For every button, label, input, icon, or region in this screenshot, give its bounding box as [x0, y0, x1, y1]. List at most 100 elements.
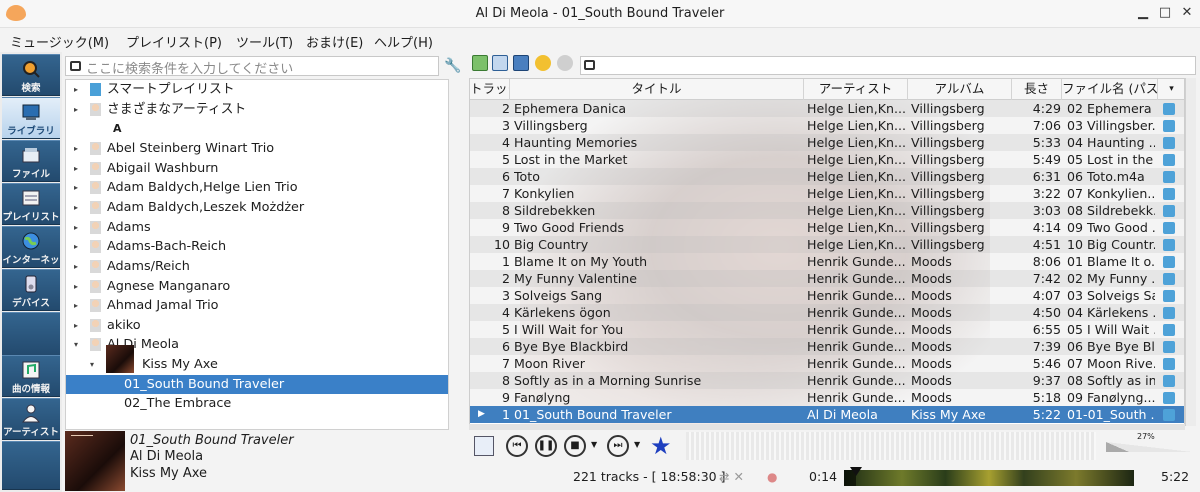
- tree-item-artist[interactable]: ▸ Adam Baldych,Helge Lien Trio: [66, 178, 448, 198]
- stop-button[interactable]: ■: [564, 435, 586, 457]
- previous-button[interactable]: ⏮: [506, 435, 528, 457]
- playlist-row[interactable]: 5 Lost in the Market Helge Lien,Kn... Villi…: [470, 151, 1184, 168]
- menu-tools[interactable]: ツール(T): [236, 32, 293, 51]
- column-artist[interactable]: アーティスト: [804, 79, 908, 100]
- column-length[interactable]: 長さ: [1012, 79, 1062, 100]
- sidebar-tab-file[interactable]: ファイル: [2, 140, 60, 182]
- tree-item-track[interactable]: 01_South Bound Traveler: [66, 374, 448, 395]
- tree-item-smart[interactable]: ▸ スマートプレイリスト: [66, 80, 448, 100]
- tree-item-artist[interactable]: ▸ Adams/Reich: [66, 257, 448, 277]
- playlist-row[interactable]: 9 Two Good Friends Helge Lien,Kn... Villing…: [470, 219, 1184, 236]
- undo-icon[interactable]: [535, 55, 551, 71]
- collapsed-arrow-icon[interactable]: ▸: [74, 80, 78, 99]
- playlist-row[interactable]: 8 Softly as in a Morning Sunrise Henrik Gu…: [470, 372, 1184, 389]
- minimize-button[interactable]: ▁: [1134, 4, 1152, 22]
- album-cell: Villingsberg: [911, 118, 985, 133]
- pause-button[interactable]: ❚❚: [535, 435, 557, 457]
- tree-item-artist[interactable]: ▸ Adams-Bach-Reich: [66, 237, 448, 257]
- playlist-row[interactable]: 4 Kärlekens ögon Henrik Gunde... Moods 4:50 0…: [470, 304, 1184, 321]
- collapsed-arrow-icon[interactable]: ▸: [74, 100, 78, 119]
- expanded-arrow-icon[interactable]: ▾: [74, 335, 78, 354]
- tree-item-track[interactable]: 02_The Embrace: [66, 394, 448, 414]
- playlist-filter-input[interactable]: [580, 56, 1196, 75]
- clear-tag-icon[interactable]: [70, 61, 81, 71]
- new-playlist-icon[interactable]: [472, 55, 488, 71]
- next-button[interactable]: ⏭: [607, 435, 629, 457]
- column-filename[interactable]: ファイル名 (パスな: [1062, 79, 1158, 100]
- collapsed-arrow-icon[interactable]: ▸: [74, 218, 78, 237]
- save-playlist-icon[interactable]: [513, 55, 529, 71]
- tree-item-label: Agnese Manganaro: [107, 278, 231, 294]
- column-track[interactable]: トラック: [470, 79, 510, 100]
- playlist-row[interactable]: 9 Fanølyng Henrik Gunde... Moods 5:18 09 Fanø…: [470, 389, 1184, 406]
- sidebar-tab-devices[interactable]: デバイス: [2, 269, 60, 311]
- collapsed-arrow-icon[interactable]: ▸: [74, 178, 78, 197]
- menu-playlist[interactable]: プレイリスト(P): [126, 32, 222, 51]
- sidebar-tab-library[interactable]: ライブラリ: [2, 97, 60, 139]
- playlist-row[interactable]: 8 Sildrebekken Helge Lien,Kn... Villingsber…: [470, 202, 1184, 219]
- column-title[interactable]: タイトル: [510, 79, 804, 100]
- playlist-row[interactable]: ▶ 1 01_South Bound Traveler Al Di Meola Kiss…: [470, 406, 1184, 423]
- playlist-row[interactable]: 6 Bye Bye Blackbird Henrik Gunde... Moods 7:…: [470, 338, 1184, 355]
- collapsed-arrow-icon[interactable]: ▸: [74, 277, 78, 296]
- playlist-row[interactable]: 7 Moon River Henrik Gunde... Moods 5:46 07 Mo…: [470, 355, 1184, 372]
- wrench-icon[interactable]: 🔧: [444, 58, 462, 76]
- redo-icon[interactable]: [557, 55, 573, 71]
- seek-bar[interactable]: [844, 467, 1134, 486]
- playlist-row[interactable]: 2 Ephemera Danica Helge Lien,Kn... Villings…: [470, 100, 1184, 117]
- playlist-clear-icon[interactable]: [474, 436, 494, 456]
- tree-item-artist[interactable]: ▸ akiko: [66, 316, 448, 336]
- love-star-icon[interactable]: ★: [650, 432, 672, 460]
- tree-item-artist[interactable]: ▸ Adam Baldych,Leszek Możdżer: [66, 198, 448, 218]
- lastfm-icon[interactable]: ●: [767, 466, 777, 488]
- expanded-arrow-icon[interactable]: ▾: [90, 355, 94, 374]
- maximize-button[interactable]: □: [1156, 4, 1174, 22]
- collapsed-arrow-icon[interactable]: ▸: [74, 237, 78, 256]
- menu-help[interactable]: ヘルプ(H): [374, 32, 433, 51]
- stop-menu-icon[interactable]: ▼: [591, 440, 597, 449]
- playlist-row[interactable]: 6 Toto Helge Lien,Kn... Villingsberg 6:31 06 …: [470, 168, 1184, 185]
- next-menu-icon[interactable]: ▼: [634, 440, 640, 449]
- volume-control[interactable]: 27%: [1101, 430, 1197, 462]
- playlist-row[interactable]: 4 Haunting Memories Helge Lien,Kn... Villin…: [470, 134, 1184, 151]
- repeat-shuffle-icon[interactable]: ⇄ ✕: [719, 466, 744, 488]
- collapsed-arrow-icon[interactable]: ▸: [74, 316, 78, 335]
- collapsed-arrow-icon[interactable]: ▸: [74, 159, 78, 178]
- sidebar-tab-search[interactable]: 検索: [2, 54, 60, 96]
- sidebar-tab-internet[interactable]: インターネット: [2, 226, 60, 280]
- playlist-row[interactable]: 3 Solveigs Sang Henrik Gunde... Moods 4:07 03…: [470, 287, 1184, 304]
- column-menu-icon[interactable]: ▾: [1158, 79, 1184, 100]
- close-button[interactable]: ✕: [1178, 4, 1196, 22]
- tree-item-artist[interactable]: ▸ Abel Steinberg Winart Trio: [66, 139, 448, 159]
- load-playlist-icon[interactable]: [492, 55, 508, 71]
- menu-music[interactable]: ミュージック(M): [10, 32, 109, 51]
- collapsed-arrow-icon[interactable]: ▸: [74, 198, 78, 217]
- tree-item-artist[interactable]: ▸ Agnese Manganaro: [66, 277, 448, 297]
- collapsed-arrow-icon[interactable]: ▸: [74, 139, 78, 158]
- column-album[interactable]: アルバム: [908, 79, 1012, 100]
- playlist-scrollbar[interactable]: [1185, 78, 1196, 426]
- playlist-row[interactable]: 7 Konkylien Helge Lien,Kn... Villingsberg 3:…: [470, 185, 1184, 202]
- playlist-row[interactable]: 3 Villingsberg Helge Lien,Kn... Villingsber…: [470, 117, 1184, 134]
- sidebar-tab-playlist[interactable]: プレイリスト: [2, 183, 60, 225]
- collapsed-arrow-icon[interactable]: ▸: [74, 296, 78, 315]
- tree-item-artist[interactable]: ▸ Adams: [66, 218, 448, 238]
- tree-item-artist[interactable]: ▸ Ahmad Jamal Trio: [66, 296, 448, 316]
- sidebar-tab-artist-info[interactable]: アーティストの情: [2, 398, 60, 452]
- seek-handle[interactable]: [850, 467, 863, 476]
- playlist-row[interactable]: 1 Blame It on My Youth Henrik Gunde... Mood…: [470, 253, 1184, 270]
- clear-tag-icon[interactable]: [584, 60, 595, 70]
- tree-item-album[interactable]: ▾ Kiss My Axe: [66, 345, 448, 375]
- library-search-input[interactable]: ここに検索条件を入力してください: [65, 56, 439, 77]
- playlist-icon: [22, 190, 40, 206]
- playlist-row[interactable]: 5 I Will Wait for You Henrik Gunde... Moods…: [470, 321, 1184, 338]
- menu-extras[interactable]: おまけ(E): [306, 32, 363, 51]
- tree-item-artist[interactable]: ▸ さまざまなアーティスト: [66, 100, 448, 120]
- playlist-row[interactable]: 2 My Funny Valentine Henrik Gunde... Moods 7…: [470, 270, 1184, 287]
- tree-item-artist[interactable]: ▸ Abigail Washburn: [66, 159, 448, 179]
- sidebar-tab-song-info[interactable]: 曲の情報: [2, 355, 60, 397]
- collapsed-arrow-icon[interactable]: ▸: [74, 257, 78, 276]
- playlist-row[interactable]: 10 Big Country Helge Lien,Kn... Villingsber…: [470, 236, 1184, 253]
- tree-item-header[interactable]: A: [66, 119, 448, 139]
- artist-cell: Helge Lien,Kn...: [807, 237, 906, 252]
